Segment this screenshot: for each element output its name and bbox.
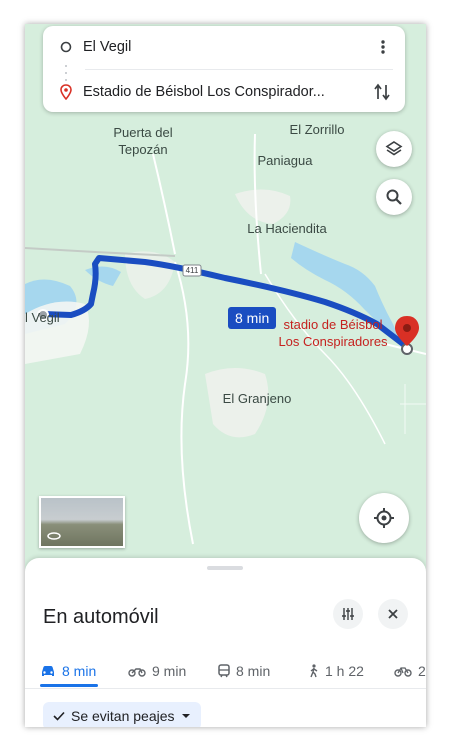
destination-label-line2: Los Conspiradores [278,334,388,349]
street-view-thumbnail[interactable] [39,496,125,548]
tab-motorcycle-label: 9 min [152,663,187,679]
tab-motorcycle[interactable]: 9 min [128,654,186,688]
layers-button[interactable] [376,131,412,167]
avoid-tolls-label: Se evitan peajes [71,708,175,724]
search-icon [386,189,402,205]
origin-field[interactable]: El Vegil [83,39,363,55]
directions-bottom-sheet: En automóvil 8 min 9 min 8 min 1 h 22 2 … [25,558,426,727]
tab-driving[interactable]: 8 min [40,654,96,688]
dropdown-arrow-icon [181,714,190,718]
tab-walking-label: 1 h 22 [325,663,364,679]
sheet-drag-handle[interactable] [207,566,243,570]
map-place-label: Tepozán [118,142,168,157]
street-view-rotate-icon [47,532,61,540]
origin-row[interactable]: El Vegil [43,32,405,62]
travel-mode-title: En automóvil [43,606,159,628]
destination-field[interactable]: Estadio de Béisbol Los Conspirador... [83,84,363,100]
walk-icon [310,664,318,678]
highway-shield-label: 411 [185,266,199,275]
phone-screen: Puerta del Tepozán El Zorrillo Paniagua … [25,24,426,727]
active-tab-indicator [40,684,98,687]
my-location-button[interactable] [359,493,409,543]
map-place-label: El Zorrillo [289,122,345,137]
close-icon [388,609,398,619]
directions-box: El Vegil Estadio de Béisbol Los Conspira… [43,26,405,112]
divider [85,69,393,70]
origin-map-label: l Vegil [25,310,60,325]
swap-vert-icon[interactable] [373,82,391,102]
tab-transit[interactable]: 8 min [218,654,270,688]
tune-icon [342,608,354,620]
avoid-tolls-chip[interactable]: Se evitan peajes [43,702,201,727]
destination-row[interactable]: Estadio de Béisbol Los Conspirador... [43,77,405,107]
tab-cycling-label: 2: [418,663,426,679]
map-place-label: El Granjeno [222,391,292,406]
transit-icon [218,664,230,678]
map-place-label: La Haciendita [247,221,327,236]
map-place-label: Paniagua [257,153,313,168]
tab-driving-label: 8 min [62,663,97,679]
tab-cycling[interactable]: 2: [394,654,426,688]
bike-icon [394,667,412,677]
origin-circle-icon [60,41,72,53]
search-button[interactable] [376,179,412,215]
destination-map-label[interactable]: stadio de Béisbol Los Conspiradores [263,316,403,350]
layers-icon [385,141,403,156]
route-duration-badge[interactable]: 8 min [228,307,277,329]
tab-transit-label: 8 min [236,663,271,679]
tab-walking[interactable]: 1 h 22 [308,654,364,688]
map-place-label: Puerta del [113,125,173,140]
car-icon [42,666,54,676]
route-options-button[interactable] [333,599,363,629]
more-vert-icon[interactable] [375,39,391,55]
check-icon [53,711,65,721]
close-button[interactable] [378,599,408,629]
destination-label-line1: stadio de Béisbol [283,317,383,332]
location-pin-icon [60,84,72,100]
crosshair-icon [374,508,394,528]
motorcycle-icon [128,668,146,677]
